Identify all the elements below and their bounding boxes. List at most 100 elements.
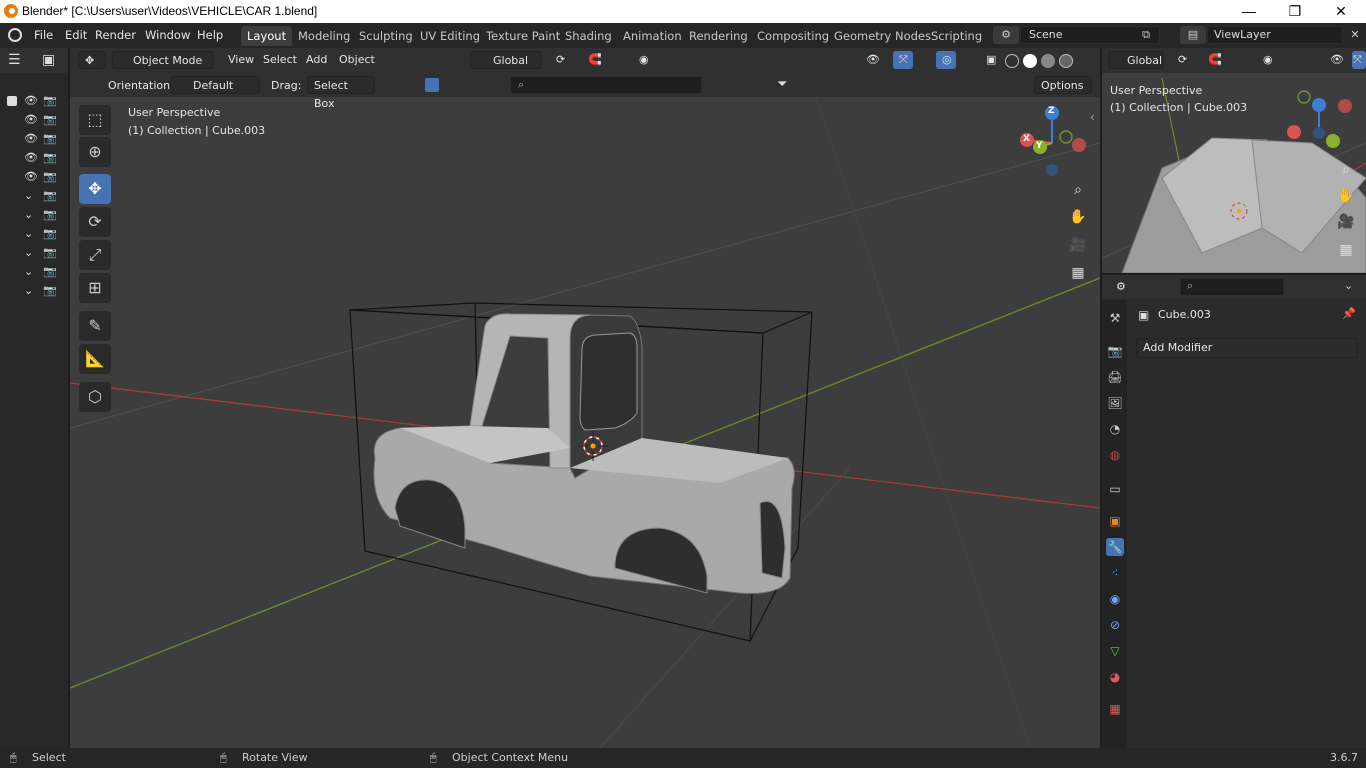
pan-hand-icon[interactable]: ✋ xyxy=(1066,205,1090,229)
scene-selector-icon[interactable]: ⚙ xyxy=(993,26,1019,44)
outliner-row[interactable]: 👁 📷 xyxy=(0,92,68,111)
menu-help[interactable]: Help xyxy=(191,27,229,44)
remove-view-layer-icon[interactable]: ✕ xyxy=(1345,26,1365,44)
preview-snap-icon[interactable]: 🧲 xyxy=(1202,51,1228,69)
tab-texture-paint[interactable]: Texture Paint xyxy=(480,26,566,46)
hidden-eye-icon[interactable]: ⌄ xyxy=(24,246,33,259)
preview-proportional-icon[interactable]: ◉ xyxy=(1257,51,1279,69)
view-layer-field[interactable]: ViewLayer xyxy=(1207,26,1343,44)
collection-tab-icon[interactable]: ▭ xyxy=(1106,480,1124,498)
particles-tab-icon[interactable]: ⁖ xyxy=(1106,564,1124,582)
gizmo-x-label[interactable]: X xyxy=(1023,134,1030,144)
outliner-row[interactable]: ⌄ 📷 xyxy=(0,225,68,244)
gizmo-toggle-icon[interactable]: ⤧ xyxy=(893,51,913,69)
add-modifier-dropdown[interactable]: Add Modifier xyxy=(1136,338,1358,358)
transform-orientation-dropdown[interactable]: Global xyxy=(470,51,542,69)
menu-render[interactable]: Render xyxy=(89,27,142,44)
world-tab-icon[interactable]: ◍ xyxy=(1106,446,1124,464)
display-mode-icon[interactable]: ▣ xyxy=(42,52,55,68)
transform-tool-icon[interactable]: ⊞ xyxy=(79,273,111,303)
properties-options-chevron-icon[interactable]: ⌄ xyxy=(1344,279,1353,292)
render-camera-icon[interactable]: 📷 xyxy=(43,265,57,278)
tab-animation[interactable]: Animation xyxy=(617,26,688,46)
tab-geometry-nodes[interactable]: Geometry Nodes xyxy=(828,26,937,46)
gizmo-y-label[interactable]: Y xyxy=(1036,141,1043,151)
tab-rendering[interactable]: Rendering xyxy=(683,26,754,46)
object-tab-icon[interactable]: ▣ xyxy=(1106,512,1124,530)
proportional-edit-icon[interactable]: ◉ xyxy=(633,51,655,69)
outliner-row[interactable]: 👁 📷 xyxy=(0,130,68,149)
maximize-button[interactable]: ❐ xyxy=(1272,0,1318,23)
select-mode-new-icon[interactable] xyxy=(425,78,439,92)
new-scene-icon[interactable]: ⧉ xyxy=(1136,26,1156,44)
tab-compositing[interactable]: Compositing xyxy=(751,26,835,46)
object-mode-dropdown[interactable]: Object Mode xyxy=(112,51,214,69)
editor-type-icon[interactable]: ☰ xyxy=(8,52,21,68)
view-layer-icon[interactable]: ▤ xyxy=(1180,26,1206,44)
editor-type-button[interactable]: ✥ xyxy=(78,51,106,69)
outliner-row[interactable]: 👁 📷 xyxy=(0,168,68,187)
visibility-eye-icon[interactable]: 👁 xyxy=(24,132,38,145)
tab-modeling[interactable]: Modeling xyxy=(292,26,356,46)
render-camera-icon[interactable]: 📷 xyxy=(43,246,57,259)
rendered-shading-icon[interactable] xyxy=(1059,54,1073,68)
hidden-eye-icon[interactable]: ⌄ xyxy=(24,208,33,221)
ortho-grid-icon[interactable]: ▦ xyxy=(1066,261,1090,285)
visibility-eye-icon[interactable]: 👁 xyxy=(24,151,38,164)
preview-pan-icon[interactable]: ✋ xyxy=(1334,184,1358,208)
outliner-row[interactable]: ⌄ 📷 xyxy=(0,263,68,282)
3d-viewport[interactable]: Z X Y ✥ Object Mode View Select Add Obje… xyxy=(70,48,1100,748)
material-shading-icon[interactable] xyxy=(1041,54,1055,68)
outliner-row[interactable]: ⌄ 📷 xyxy=(0,187,68,206)
visibility-eye-icon[interactable]: 👁 xyxy=(24,113,38,126)
menu-object[interactable]: Object xyxy=(333,51,381,69)
move-tool-icon[interactable]: ✥ xyxy=(79,174,111,204)
outliner-row[interactable]: ⌄ 📷 xyxy=(0,282,68,301)
scale-tool-icon[interactable]: ⤢ xyxy=(79,240,111,270)
outliner-row[interactable]: ⌄ 📷 xyxy=(0,244,68,263)
modifier-tab-icon[interactable]: 🔧 xyxy=(1106,538,1124,556)
constraints-tab-icon[interactable]: ⊘ xyxy=(1106,616,1124,634)
menu-file[interactable]: File xyxy=(28,27,59,44)
annotate-tool-icon[interactable]: ✎ xyxy=(79,311,111,341)
sidebar-toggle-icon[interactable]: ‹ xyxy=(1090,110,1095,124)
menu-view[interactable]: View xyxy=(222,51,260,69)
hidden-eye-icon[interactable]: ⌄ xyxy=(24,284,33,297)
render-camera-icon[interactable]: 📷 xyxy=(43,113,57,126)
hidden-eye-icon[interactable]: ⌄ xyxy=(24,265,33,278)
preview-visibility-icon[interactable]: 👁 xyxy=(1324,51,1350,69)
tab-sculpting[interactable]: Sculpting xyxy=(353,26,419,46)
preview-camera-icon[interactable]: 🎥 xyxy=(1334,210,1358,234)
render-camera-icon[interactable]: 📷 xyxy=(43,227,57,240)
render-camera-icon[interactable]: 📷 xyxy=(43,151,57,164)
view-layer-tab-icon[interactable]: 🖼 xyxy=(1106,394,1124,412)
tab-uv-editing[interactable]: UV Editing xyxy=(414,26,486,46)
orientation-dropdown[interactable]: Default xyxy=(170,76,260,94)
filter-search-input[interactable] xyxy=(510,76,702,94)
preview-ortho-icon[interactable]: ▦ xyxy=(1334,238,1358,262)
hidden-eye-icon[interactable]: ⌄ xyxy=(24,227,33,240)
exclude-checkbox[interactable] xyxy=(7,96,17,106)
menu-select[interactable]: Select xyxy=(257,51,303,69)
tab-scripting[interactable]: Scripting xyxy=(925,26,988,46)
drag-dropdown[interactable]: Select Box xyxy=(307,76,375,110)
add-cube-tool-icon[interactable]: ⬡ xyxy=(79,382,111,412)
render-tab-icon[interactable]: 📷 xyxy=(1106,342,1124,360)
preview-orientation-dropdown[interactable]: Global xyxy=(1108,51,1164,69)
outliner-row[interactable]: 👁 📷 xyxy=(0,111,68,130)
cursor-tool-icon[interactable]: ⊕ xyxy=(79,137,111,167)
render-camera-icon[interactable]: 📷 xyxy=(43,94,57,107)
minimize-button[interactable]: — xyxy=(1226,0,1272,23)
visibility-eye-icon[interactable]: 👁 xyxy=(24,94,38,107)
render-camera-icon[interactable]: 📷 xyxy=(43,170,57,183)
outliner-row[interactable]: 👁 📷 xyxy=(0,149,68,168)
camera-view-icon[interactable]: 🎥 xyxy=(1066,233,1090,257)
preview-pivot-icon[interactable]: ⟳ xyxy=(1172,51,1193,69)
properties-search-input[interactable] xyxy=(1180,278,1284,296)
physics-tab-icon[interactable]: ◉ xyxy=(1106,590,1124,608)
output-tab-icon[interactable]: 🖨 xyxy=(1106,368,1124,386)
tab-shading[interactable]: Shading xyxy=(559,26,618,46)
zoom-icon[interactable]: ⌕ xyxy=(1066,178,1090,202)
menu-add[interactable]: Add xyxy=(300,51,333,69)
menu-window[interactable]: Window xyxy=(139,27,196,44)
